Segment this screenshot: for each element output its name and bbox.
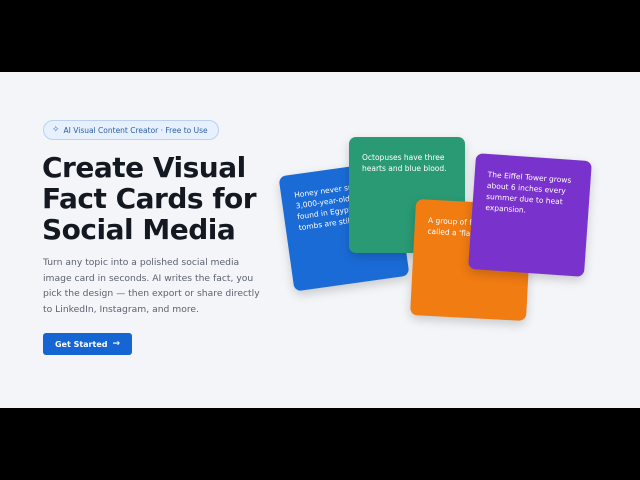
letterbox-top bbox=[0, 0, 640, 72]
page-title: Create Visual Fact Cards for Social Medi… bbox=[42, 151, 257, 246]
sparkle-icon: ✧ bbox=[52, 124, 60, 135]
fact-card-text: The Eiffel Tower grows about 6 inches ev… bbox=[485, 169, 572, 215]
badge-label: AI Visual Content Creator · Free to Use bbox=[63, 125, 208, 135]
get-started-label: Get Started bbox=[54, 339, 108, 349]
letterbox-bottom bbox=[0, 408, 640, 480]
get-started-button[interactable]: Get Started → bbox=[43, 333, 132, 355]
arrow-right-icon: → bbox=[112, 339, 121, 349]
hero-description: Turn any topic into a polished social me… bbox=[43, 257, 260, 315]
feature-badge: ✧ AI Visual Content Creator · Free to Us… bbox=[43, 120, 219, 140]
hero-section: ✧ AI Visual Content Creator · Free to Us… bbox=[0, 72, 640, 408]
fact-card-text: Octopuses have three hearts and blue blo… bbox=[362, 153, 447, 173]
fact-card-purple[interactable]: The Eiffel Tower grows about 6 inches ev… bbox=[468, 153, 592, 277]
